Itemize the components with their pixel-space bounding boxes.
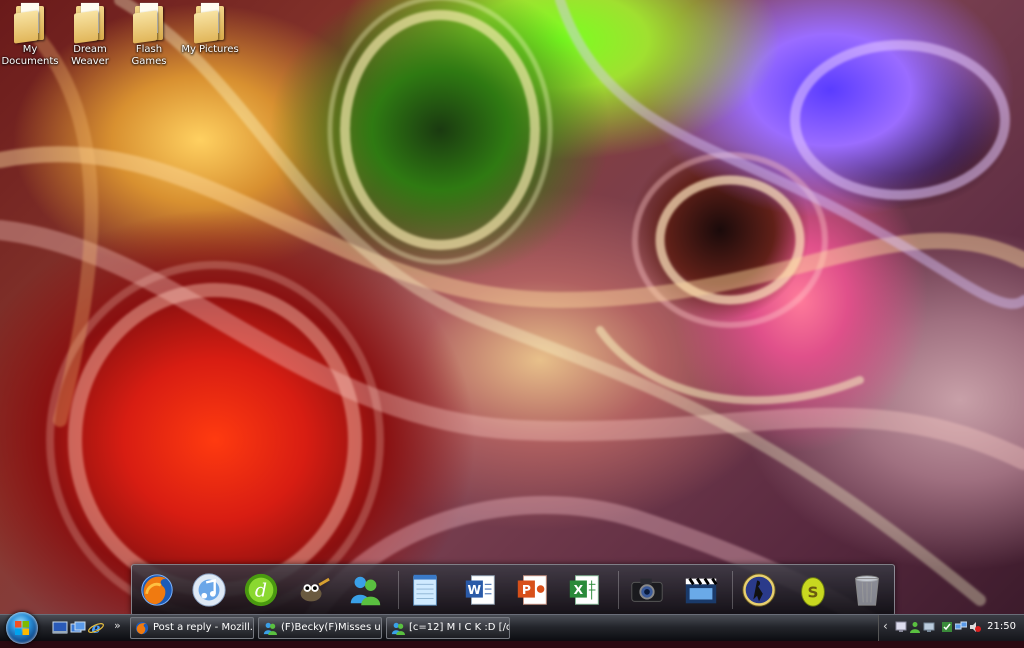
tray-expand-button[interactable]: ‹ <box>883 619 888 633</box>
dock-item-powerpoint[interactable]: P <box>512 569 554 611</box>
dock-item-recycle-bin[interactable] <box>846 569 888 611</box>
svg-text:X: X <box>574 583 584 597</box>
tray-clock[interactable]: 21:50 <box>987 621 1016 632</box>
dock-item-camera[interactable] <box>626 569 668 611</box>
dock-item-word[interactable]: W <box>460 569 502 611</box>
desktop-icon-label: My Pictures <box>181 44 239 55</box>
folder-icon <box>14 2 46 44</box>
powerpoint-icon: P <box>517 575 547 605</box>
dock-item-movie-maker[interactable] <box>680 569 722 611</box>
desktop-wallpaper <box>0 0 1024 640</box>
taskbar: e » Post a reply - Mozill... (F)Becky(F)… <box>0 612 1024 644</box>
folder-icon <box>74 2 106 44</box>
firefox-icon <box>141 574 173 606</box>
tray-network-icon[interactable] <box>895 621 907 633</box>
messenger-icon <box>263 622 277 635</box>
internet-explorer-icon[interactable]: e <box>88 620 104 636</box>
svg-text:W: W <box>468 583 482 597</box>
svg-text:P: P <box>522 583 531 597</box>
tray-safely-remove-icon[interactable] <box>941 621 953 633</box>
switch-windows-icon[interactable] <box>70 620 86 636</box>
dreamweaver-icon: d <box>244 573 278 607</box>
system-tray: ‹ 21:50 <box>878 615 1024 641</box>
recycle-bin-icon <box>855 575 879 606</box>
desktop-icon-dream-weaver[interactable]: Dream Weaver <box>60 2 120 68</box>
tray-volume-icon[interactable] <box>969 621 981 633</box>
excel-icon: X <box>569 575 599 605</box>
quick-launch-overflow-button[interactable]: » <box>114 619 121 632</box>
desktop-icon-flash-games[interactable]: Flash Games <box>119 2 179 68</box>
steam-egg-icon: S <box>801 577 825 607</box>
counter-strike-icon <box>742 573 776 607</box>
tray-messenger-icon[interactable] <box>909 621 921 633</box>
dock-item-gimp[interactable] <box>292 569 334 611</box>
word-icon: W <box>465 575 495 605</box>
dock-item-steam[interactable]: S <box>792 569 834 611</box>
firefox-icon <box>135 621 149 635</box>
desktop-icon-my-documents[interactable]: My Documents <box>0 2 60 68</box>
dock-separator <box>618 571 619 609</box>
svg-text:S: S <box>808 584 819 602</box>
itunes-icon <box>192 573 226 607</box>
notepad-icon <box>413 574 437 606</box>
desktop-icon-label: My Documents <box>1 44 59 67</box>
messenger-icon <box>350 576 381 606</box>
dock: d W P X S <box>131 564 895 616</box>
movie-maker-icon <box>685 577 718 604</box>
dock-item-itunes[interactable] <box>188 569 230 611</box>
dock-item-dreamweaver[interactable]: d <box>240 569 282 611</box>
wallpaper-swirls <box>0 0 1024 640</box>
tray-monitor-icon[interactable] <box>923 621 935 633</box>
task-button-firefox[interactable]: Post a reply - Mozill... <box>130 617 254 639</box>
dock-item-firefox[interactable] <box>136 569 178 611</box>
dock-item-notepad[interactable] <box>404 569 446 611</box>
task-button-messenger-chat-2[interactable]: [c=12] M I C K :D [/c... <box>386 617 510 639</box>
start-button[interactable] <box>6 612 38 644</box>
desktop-icon-my-pictures[interactable]: My Pictures <box>180 2 240 56</box>
folder-icon <box>194 2 226 44</box>
task-button-messenger-chat-1[interactable]: (F)Becky(F)Misses u ... <box>258 617 382 639</box>
dock-item-excel[interactable]: X <box>564 569 606 611</box>
camera-icon <box>631 578 663 602</box>
task-button-label: Post a reply - Mozill... <box>153 622 254 633</box>
desktop-icon-label: Flash Games <box>131 44 167 67</box>
folder-icon <box>133 2 165 44</box>
windows-logo-icon <box>15 621 29 635</box>
desktop-icon-label: Dream Weaver <box>71 44 109 67</box>
messenger-icon <box>391 622 405 635</box>
dock-item-counter-strike[interactable] <box>738 569 780 611</box>
dock-separator <box>732 571 733 609</box>
tray-connection-icon[interactable] <box>955 621 967 633</box>
gimp-icon <box>300 577 330 602</box>
dock-item-messenger[interactable] <box>344 569 386 611</box>
task-button-label: (F)Becky(F)Misses u ... <box>281 622 381 633</box>
show-desktop-icon[interactable] <box>52 620 68 636</box>
svg-text:d: d <box>255 580 267 602</box>
dock-separator <box>398 571 399 609</box>
task-button-label: [c=12] M I C K :D [/c... <box>409 622 510 633</box>
